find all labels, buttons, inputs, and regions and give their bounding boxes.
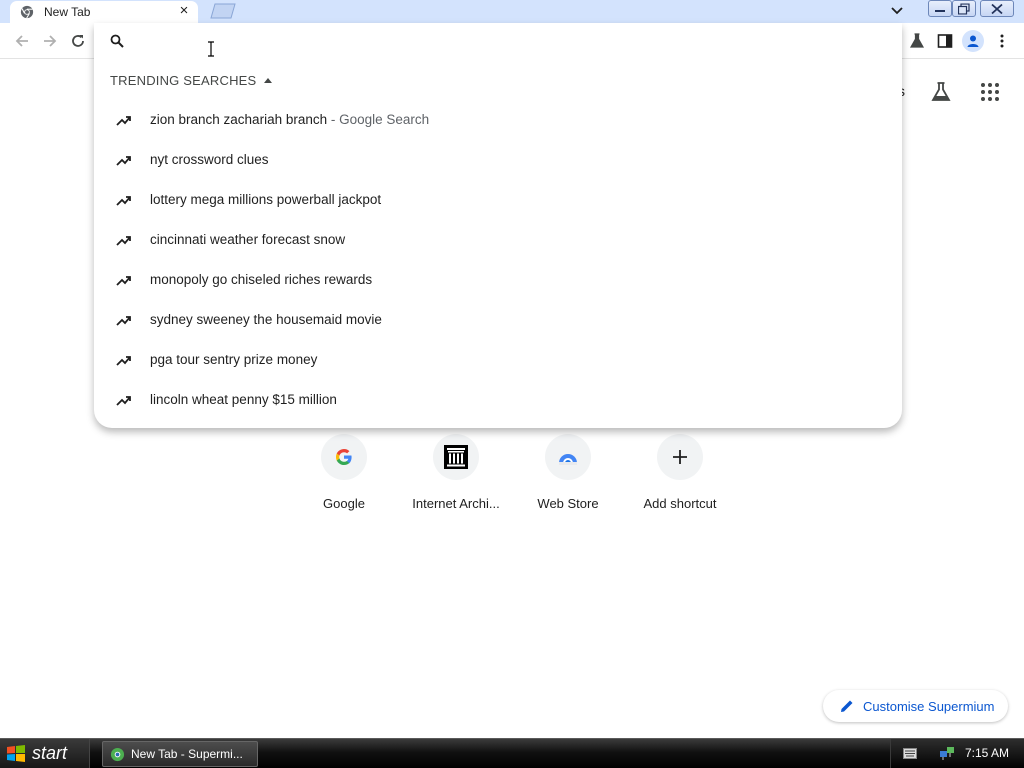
close-window-button[interactable] (980, 0, 1014, 17)
browser-icon (110, 747, 125, 762)
search-icon (110, 34, 124, 48)
shortcut-google[interactable]: Google (288, 432, 400, 522)
trending-up-icon (116, 156, 131, 166)
flask-icon[interactable] (930, 81, 952, 103)
pencil-icon (841, 700, 853, 712)
restore-icon (958, 3, 970, 14)
shortcuts-grid: Google Internet Archi... Web Store Add s… (288, 432, 736, 522)
reload-icon (72, 35, 84, 47)
flask-icon (909, 33, 925, 48)
close-icon (991, 3, 1003, 14)
shortcut-icon-tile (657, 434, 703, 480)
chrome-icon (20, 5, 34, 19)
suggestion-text: monopoly go chiseled riches rewards (150, 272, 373, 287)
trending-up-icon (116, 116, 131, 126)
chevron-down-icon[interactable] (888, 3, 906, 19)
start-button[interactable]: start (0, 739, 90, 768)
customise-label: Customise Supermium (863, 699, 995, 714)
suggestion-text: nyt crossword clues (150, 152, 269, 167)
suggestion-text: lottery mega millions powerball jackpot (150, 192, 382, 207)
tab-title: New Tab (44, 5, 91, 19)
taskbar-item-label: New Tab - Supermi... (131, 747, 243, 761)
shortcut-internet-archive[interactable]: Internet Archi... (400, 432, 512, 522)
back-button[interactable] (12, 31, 32, 51)
apps-grid-icon[interactable] (980, 82, 1000, 102)
side-panel-icon (937, 34, 953, 48)
trending-up-icon (116, 356, 131, 366)
trending-suggestion[interactable]: monopoly go chiseled riches rewards (94, 260, 902, 300)
back-arrow-icon (15, 35, 28, 47)
trending-suggestion[interactable]: sydney sweeney the housemaid movie (94, 300, 902, 340)
shortcut-label: Google (323, 496, 365, 511)
trending-up-icon (116, 196, 131, 206)
trending-suggestion[interactable]: cincinnati weather forecast snow (94, 220, 902, 260)
tab-close-button[interactable]: × (176, 2, 192, 20)
google-icon (336, 449, 352, 465)
clock: 7:15 AM (965, 746, 1010, 760)
trending-searches-header[interactable]: TRENDING SEARCHES (110, 73, 273, 88)
kebab-menu-icon (1000, 34, 1004, 48)
trending-suggestion[interactable]: pga tour sentry prize money (94, 340, 902, 380)
plus-icon (673, 450, 687, 464)
trending-up-icon (116, 396, 131, 406)
omnibox-dropdown: TRENDING SEARCHES zion branch zachariah … (94, 23, 902, 428)
keyboard-icon[interactable] (903, 748, 917, 759)
suggestion-text: zion branch zachariah branch - Google Se… (150, 112, 429, 127)
caret-up-icon (264, 78, 273, 83)
suggestion-text: cincinnati weather forecast snow (150, 232, 346, 247)
customise-button[interactable]: Customise Supermium (823, 690, 1008, 722)
network-icon[interactable] (939, 745, 955, 761)
shortcut-label: Internet Archi... (412, 496, 500, 511)
suggestion-text: sydney sweeney the housemaid movie (150, 312, 382, 327)
minimize-button[interactable] (928, 0, 952, 17)
trending-up-icon (116, 276, 131, 286)
tab-new-tab[interactable]: New Tab × (10, 1, 198, 23)
suggestion-text: lincoln wheat penny $15 million (150, 392, 337, 407)
shortcut-icon-tile (433, 434, 479, 480)
shortcut-icon-tile (321, 434, 367, 480)
forward-button[interactable] (40, 31, 60, 51)
tab-strip: New Tab × (0, 0, 1024, 23)
trending-suggestion[interactable]: nyt crossword clues (94, 140, 902, 180)
web-store-icon (559, 454, 577, 465)
text-cursor-icon (208, 41, 214, 57)
forward-arrow-icon (44, 35, 57, 47)
reload-button[interactable] (68, 31, 88, 51)
shortcut-icon-tile (545, 434, 591, 480)
suggestion-text: pga tour sentry prize money (150, 352, 318, 367)
shortcut-web-store[interactable]: Web Store (512, 432, 624, 522)
profile-button[interactable] (962, 30, 984, 52)
labs-button[interactable] (907, 31, 927, 51)
trending-suggestion[interactable]: lottery mega millions powerball jackpot (94, 180, 902, 220)
side-panel-button[interactable] (935, 31, 955, 51)
internet-archive-icon (444, 445, 468, 469)
start-label: start (32, 743, 68, 763)
restore-button[interactable] (952, 0, 976, 17)
shortcut-label: Add shortcut (643, 496, 717, 511)
trending-up-icon (116, 236, 131, 246)
trending-suggestion[interactable]: lincoln wheat penny $15 million (94, 380, 902, 420)
profile-icon (967, 35, 979, 47)
minimize-icon (935, 9, 945, 12)
address-bar-input[interactable] (138, 29, 878, 53)
taskbar: start New Tab - Supermi... 7:15 AM (0, 738, 1024, 768)
shortcut-label: Web Store (537, 496, 599, 511)
windows-logo-icon (7, 745, 25, 762)
trending-suggestion[interactable]: zion branch zachariah branch - Google Se… (94, 100, 902, 140)
taskbar-item-browser[interactable]: New Tab - Supermi... (102, 741, 258, 767)
system-tray: 7:15 AM (890, 739, 1024, 768)
suggestion-suffix: - Google Search (327, 112, 430, 127)
trending-up-icon (116, 316, 131, 326)
suggestion-query: zion branch zachariah branch (150, 112, 328, 127)
add-shortcut-button[interactable]: Add shortcut (624, 432, 736, 522)
menu-button[interactable] (992, 31, 1012, 51)
trending-header-label: TRENDING SEARCHES (110, 73, 257, 88)
new-tab-button[interactable] (208, 3, 238, 19)
